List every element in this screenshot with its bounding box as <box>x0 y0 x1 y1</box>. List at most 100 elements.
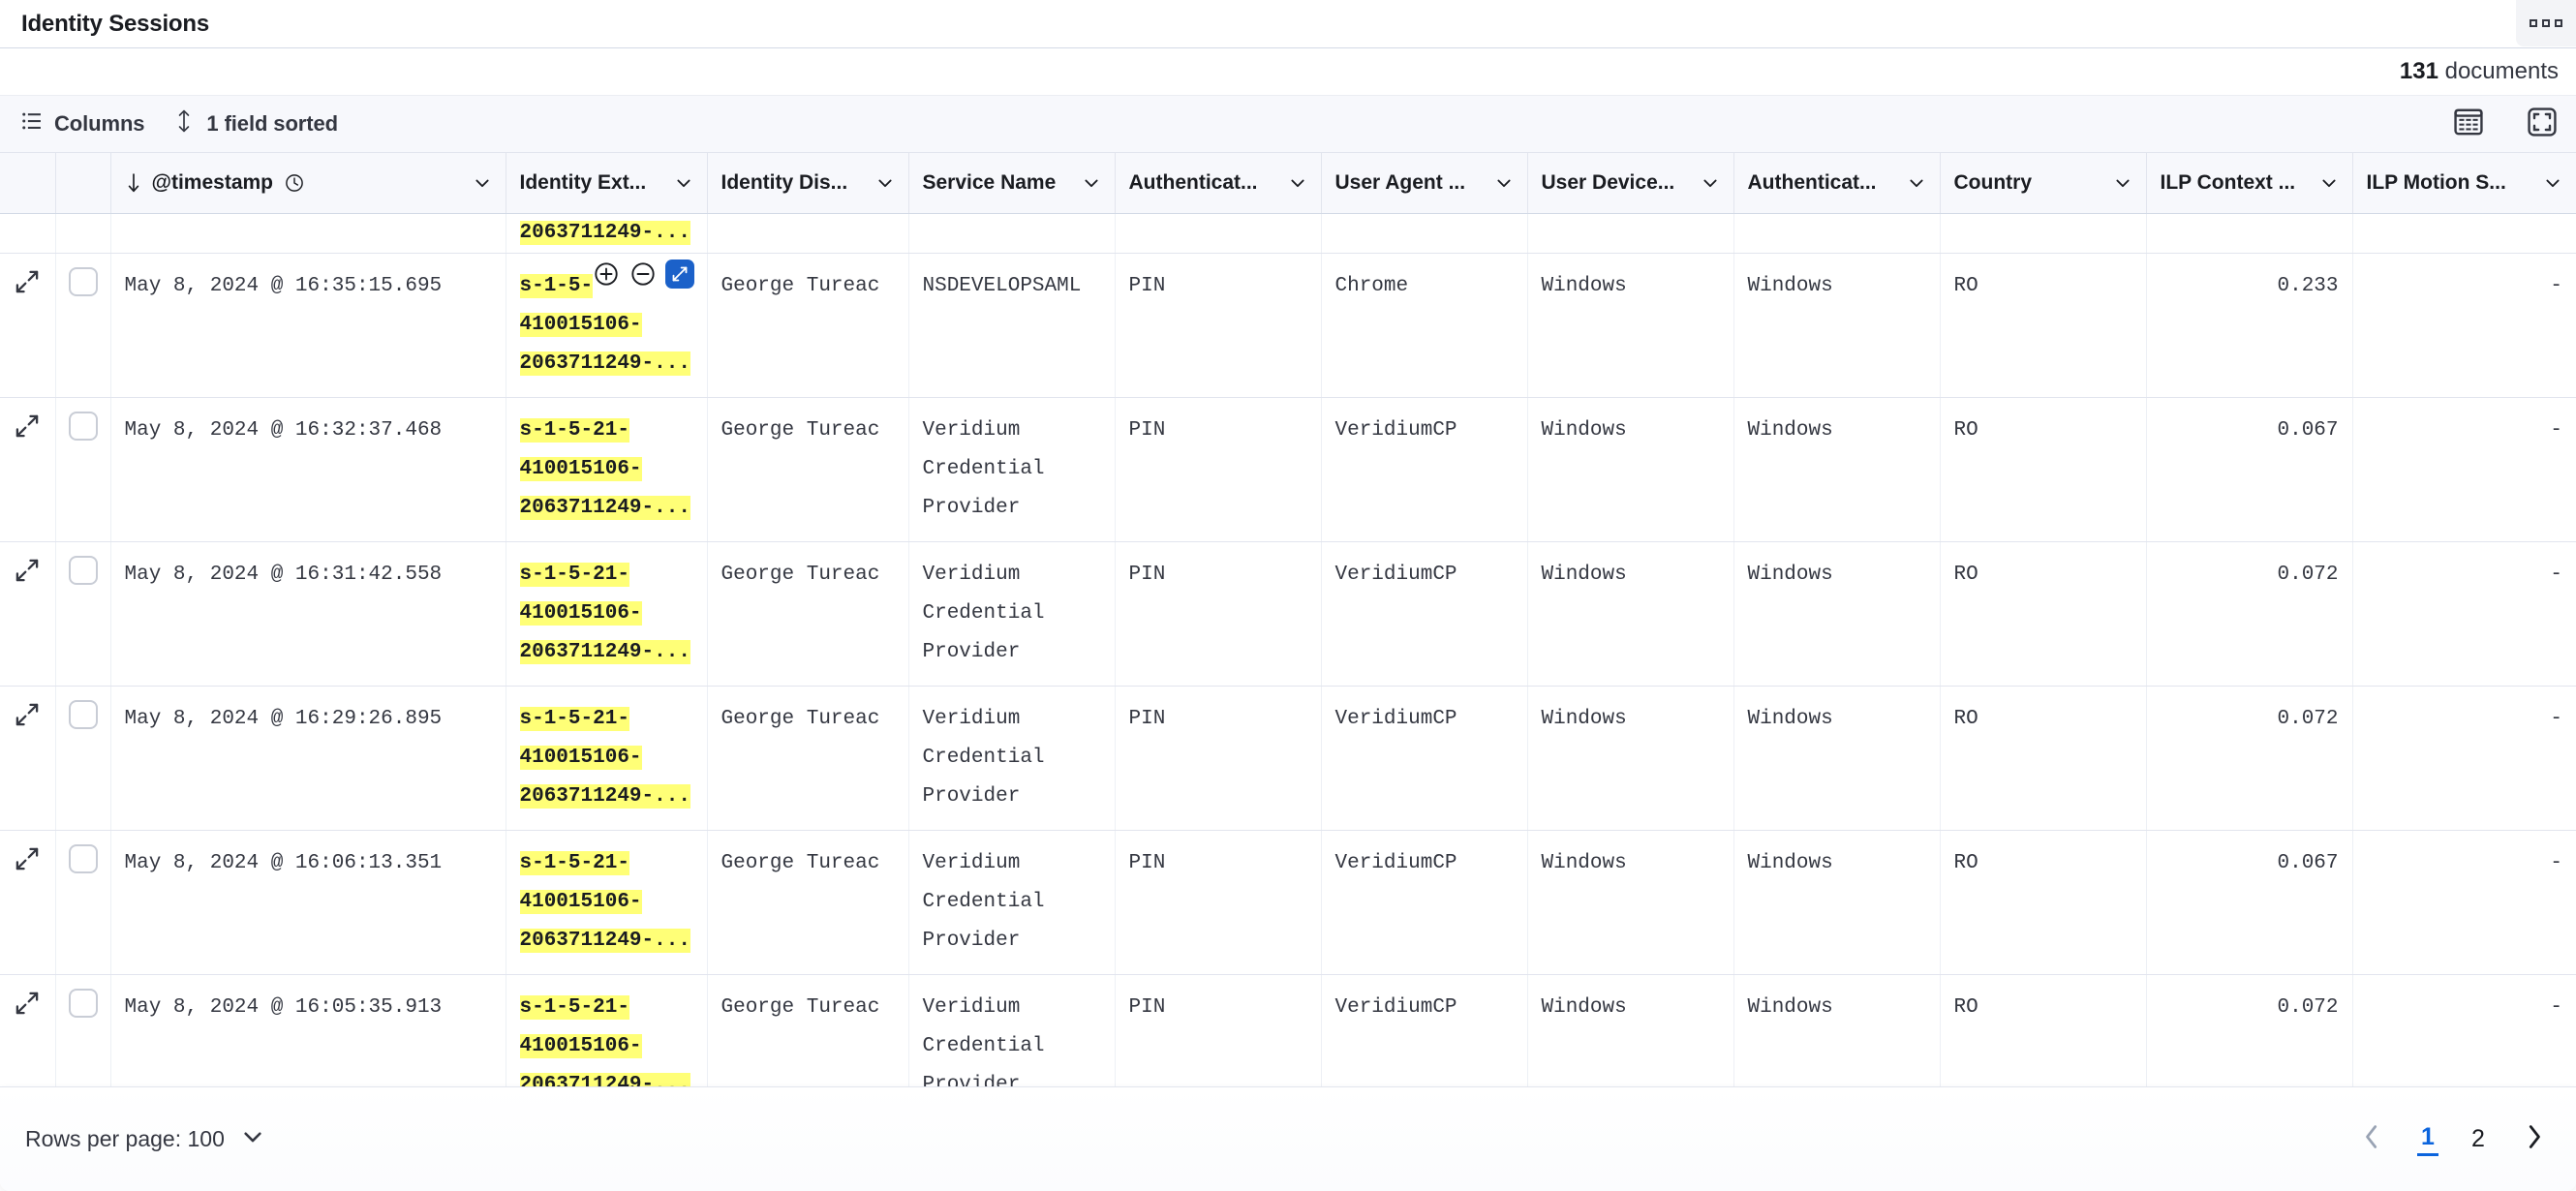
pagination-page-1[interactable]: 1 <box>2417 1123 2438 1156</box>
cell-identity-ext[interactable]: s-1-5-21- 410015106- 2063711249-... <box>506 830 707 974</box>
table-row[interactable]: May 8, 2024 @ 16:31:42.558 s-1-5-21- 410… <box>0 541 2576 686</box>
cell-authentication-2: Windows <box>1733 397 1940 541</box>
column-menu-chevron-down-icon[interactable] <box>1288 173 1307 193</box>
row-checkbox[interactable] <box>69 267 98 296</box>
row-checkbox[interactable] <box>69 700 98 729</box>
column-header-label: User Device... <box>1542 171 1675 195</box>
pagination-next-button[interactable] <box>2518 1123 2551 1156</box>
column-header-timestamp[interactable]: @timestamp <box>110 153 506 213</box>
column-header-authentication-2[interactable]: Authenticat... <box>1733 153 1940 213</box>
cell-expand[interactable] <box>0 830 55 974</box>
column-header-ilp-context[interactable]: ILP Context ... <box>2146 153 2352 213</box>
column-header-service-name[interactable]: Service Name <box>908 153 1115 213</box>
cell-identity-dis: George Tureac <box>707 253 908 397</box>
cell-identity-ext[interactable]: s-1-5-21- 410015106- 2063711249-... <box>506 686 707 830</box>
column-menu-chevron-down-icon[interactable] <box>1701 173 1720 193</box>
cell-expand[interactable] <box>0 541 55 686</box>
column-menu-chevron-down-icon[interactable] <box>2319 173 2339 193</box>
cell-identity-ext[interactable]: s-1-5-21- 410015106- 2063711249-... <box>506 397 707 541</box>
cell-select[interactable] <box>55 397 110 541</box>
column-header-user-device[interactable]: User Device... <box>1527 153 1733 213</box>
highlighted-text: 410015106- <box>520 313 642 337</box>
cell-select[interactable] <box>55 830 110 974</box>
column-header-label: Identity Dis... <box>721 171 848 195</box>
filter-for-value-icon[interactable] <box>592 260 621 289</box>
cell-select[interactable] <box>55 686 110 830</box>
cell-expand[interactable] <box>0 397 55 541</box>
cell-select[interactable] <box>55 213 110 253</box>
cell-expand[interactable] <box>0 213 55 253</box>
expand-icon <box>15 558 40 598</box>
cell-select[interactable] <box>55 253 110 397</box>
highlighted-text: 410015106- <box>520 890 642 914</box>
column-menu-chevron-down-icon[interactable] <box>1082 173 1101 193</box>
cell-ilp-context: 0.067 <box>2146 397 2352 541</box>
cell-timestamp <box>110 213 506 253</box>
table-row[interactable]: May 8, 2024 @ 16:32:37.468 s-1-5-21- 410… <box>0 397 2576 541</box>
expand-row-button[interactable] <box>0 542 55 598</box>
column-menu-chevron-down-icon[interactable] <box>1907 173 1926 193</box>
rows-per-page-button[interactable]: Rows per page: 100 <box>25 1124 265 1155</box>
column-header-user-agent[interactable]: User Agent ... <box>1321 153 1527 213</box>
cell-service-name <box>908 213 1115 253</box>
row-checkbox[interactable] <box>69 412 98 441</box>
column-menu-chevron-down-icon[interactable] <box>473 173 492 193</box>
pagination-previous-button[interactable] <box>2355 1123 2388 1156</box>
fullscreen-button[interactable] <box>2526 107 2559 140</box>
table-row-partial[interactable]: 2063711249-... <box>0 213 2576 253</box>
display-density-button[interactable] <box>2452 107 2485 140</box>
cell-country: RO <box>1940 397 2146 541</box>
table-row[interactable]: May 8, 2024 @ 16:06:13.351 s-1-5-21- 410… <box>0 830 2576 974</box>
highlighted-text: 410015106- <box>520 457 642 481</box>
column-header-label: Identity Ext... <box>520 171 647 195</box>
column-menu-chevron-down-icon[interactable] <box>2113 173 2132 193</box>
row-checkbox[interactable] <box>69 989 98 1018</box>
cell-expand[interactable] <box>0 253 55 397</box>
row-checkbox[interactable] <box>69 556 98 585</box>
expand-row-button[interactable] <box>0 831 55 887</box>
table-row[interactable]: May 8, 2024 @ 16:35:15.695 s-1-5- 410015… <box>0 253 2576 397</box>
column-menu-chevron-down-icon[interactable] <box>2543 173 2562 193</box>
column-header-authentication-1[interactable]: Authenticat... <box>1115 153 1321 213</box>
cell-authentication-2: Windows <box>1733 830 1940 974</box>
cell-identity-ext[interactable]: s-1-5-21- 410015106- 2063711249-... <box>506 541 707 686</box>
expand-row-button[interactable] <box>0 687 55 743</box>
column-header-identity-ext[interactable]: Identity Ext... <box>506 153 707 213</box>
column-header-identity-dis[interactable]: Identity Dis... <box>707 153 908 213</box>
column-menu-chevron-down-icon[interactable] <box>875 173 895 193</box>
expand-row-button[interactable] <box>0 398 55 454</box>
cell-user-agent: VeridiumCP <box>1321 830 1527 974</box>
expand-icon <box>15 702 40 743</box>
cell-authentication-2 <box>1733 213 1940 253</box>
row-checkbox[interactable] <box>69 844 98 873</box>
table-density-icon <box>2453 107 2484 142</box>
columns-button-label: Columns <box>54 111 144 137</box>
cell-expand[interactable] <box>0 686 55 830</box>
sort-desc-arrow-icon <box>125 173 142 193</box>
panel-options-button[interactable] <box>2516 0 2576 46</box>
highlighted-text: 2063711249-... <box>520 640 690 664</box>
expand-row-button[interactable] <box>0 975 55 1031</box>
column-header-ilp-motion[interactable]: ILP Motion S... <box>2352 153 2576 213</box>
columns-button[interactable]: Columns <box>21 110 144 137</box>
table-row[interactable]: May 8, 2024 @ 16:29:26.895 s-1-5-21- 410… <box>0 686 2576 830</box>
cell-ilp-motion <box>2352 213 2576 253</box>
column-menu-chevron-down-icon[interactable] <box>1494 173 1514 193</box>
expand-row-button[interactable] <box>0 254 55 310</box>
pagination: 1 2 <box>2355 1123 2551 1156</box>
more-options-icon <box>2530 19 2562 27</box>
column-header-label: ILP Context ... <box>2161 171 2296 195</box>
column-header-country[interactable]: Country <box>1940 153 2146 213</box>
cell-identity-ext[interactable]: s-1-5- 410015106- 2063711249-... <box>506 253 707 397</box>
cell-user-device: Windows <box>1527 541 1733 686</box>
filter-out-value-icon[interactable] <box>629 260 658 289</box>
pagination-page-2[interactable]: 2 <box>2468 1125 2489 1153</box>
sort-fields-button[interactable]: 1 field sorted <box>173 109 338 138</box>
highlighted-text: 2063711249-... <box>520 351 690 376</box>
header-expand-column <box>0 153 55 213</box>
cell-ilp-context: 0.067 <box>2146 830 2352 974</box>
cell-select[interactable] <box>55 541 110 686</box>
column-menu-chevron-down-icon[interactable] <box>674 173 693 193</box>
expand-cell-icon[interactable] <box>665 260 694 289</box>
column-header-label: ILP Motion S... <box>2367 171 2506 195</box>
